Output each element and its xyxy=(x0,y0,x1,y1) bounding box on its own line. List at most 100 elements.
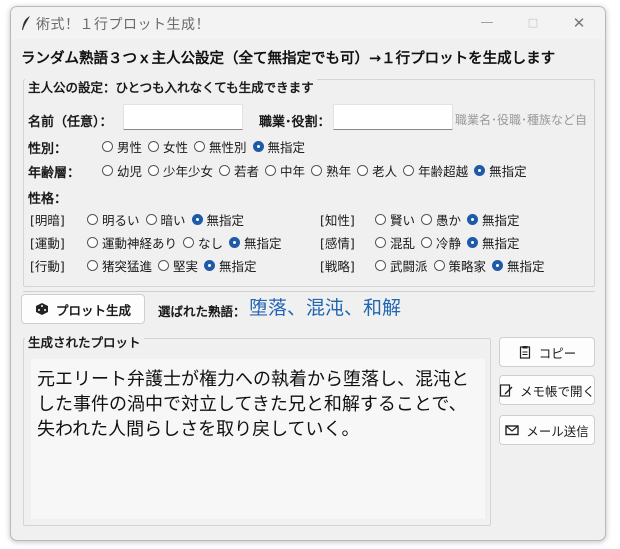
trait-3-option-3[interactable]: 無指定 xyxy=(467,210,520,229)
trait-0-option-3[interactable]: 無指定 xyxy=(191,210,244,229)
trait-4-option-2[interactable]: 冷静 xyxy=(421,233,461,252)
trait-1-option-3[interactable]: 無指定 xyxy=(229,233,282,252)
trait-radio-group-strategy: 武闘派 策略家 無指定 xyxy=(375,256,551,275)
clipboard-icon xyxy=(519,346,530,359)
radio-option-label: 無指定 xyxy=(219,259,257,274)
trait-5-option-3[interactable]: 無指定 xyxy=(492,256,545,275)
radio-button-icon[interactable] xyxy=(229,237,241,248)
trait-0-option-1[interactable]: 明るい xyxy=(87,210,140,229)
gender-option-1[interactable]: 男性 xyxy=(102,137,142,156)
radio-button-icon[interactable] xyxy=(467,214,479,225)
output-frame-label: 生成されたプロット xyxy=(25,332,144,351)
plot-output-text[interactable]: 元エリート弁護士が権力への執着から堕落し、混沌とした事件の渦中で対立してきた兄と… xyxy=(31,359,485,519)
job-input[interactable] xyxy=(333,104,453,130)
trait-4-option-3[interactable]: 無指定 xyxy=(467,233,520,252)
job-label: 職業･役割： xyxy=(259,115,331,130)
radio-button-icon[interactable] xyxy=(102,141,113,152)
radio-option-label: 女性 xyxy=(163,140,189,155)
close-button[interactable]: ✕ xyxy=(557,11,601,35)
radio-option-label: 幼児 xyxy=(117,164,143,179)
trait-category-emotion: [感情] xyxy=(320,236,355,251)
name-input[interactable] xyxy=(123,104,243,130)
app-window: 術式！１行プロット生成！ — □ ✕ ランダム熟語３つｘ主人公設定（全て無指定で… xyxy=(10,6,606,541)
radio-button-icon[interactable] xyxy=(421,237,433,248)
radio-button-icon[interactable] xyxy=(87,260,98,271)
radio-button-icon[interactable] xyxy=(204,260,216,271)
open-in-notepad-button[interactable]: メモ帳で開く xyxy=(499,375,595,405)
generate-plot-button[interactable]: プロット生成 xyxy=(21,294,145,324)
trait-3-option-1[interactable]: 賢い xyxy=(375,210,415,229)
trait-5-option-1[interactable]: 武闘派 xyxy=(375,256,428,275)
trait-3-option-2[interactable]: 愚か xyxy=(421,210,461,229)
gender-radio-group: 男性 女性 無性別 無指定 xyxy=(102,137,311,156)
page-headline: ランダム熟語３つｘ主人公設定（全て無指定でも可）→１行プロットを生成します xyxy=(21,51,556,67)
radio-button-icon[interactable] xyxy=(183,237,195,248)
age-option-2[interactable]: 少年少女 xyxy=(148,161,213,180)
radio-button-icon[interactable] xyxy=(102,165,113,176)
gender-option-3[interactable]: 無性別 xyxy=(194,137,247,156)
gender-option-4[interactable]: 無指定 xyxy=(252,137,306,156)
open-in-notepad-label: メモ帳で開く xyxy=(520,383,596,399)
trait-radio-group-athletic: 運動神経あり なし 無指定 xyxy=(87,233,288,252)
radio-button-icon[interactable] xyxy=(403,165,415,176)
gender-option-2[interactable]: 女性 xyxy=(148,137,188,156)
trait-2-option-1[interactable]: 猪突猛進 xyxy=(87,256,152,275)
radio-button-icon[interactable] xyxy=(87,214,98,225)
radio-option-label: 無指定 xyxy=(482,213,520,228)
radio-button-icon[interactable] xyxy=(219,165,231,176)
trait-4-option-1[interactable]: 混乱 xyxy=(375,233,415,252)
radio-button-icon[interactable] xyxy=(148,165,160,176)
gender-label: 性別： xyxy=(28,142,68,157)
trait-1-option-1[interactable]: 運動神経あり xyxy=(87,233,177,252)
age-option-5[interactable]: 熟年 xyxy=(311,161,351,180)
age-radio-group: 幼児 少年少女 若者 中年 熟年 老人 年齢超越 無指定 xyxy=(102,161,533,180)
chosen-words-value: 堕落、混沌、和解 xyxy=(249,297,402,319)
radio-button-icon[interactable] xyxy=(265,165,277,176)
minimize-button[interactable]: — xyxy=(465,11,509,35)
radio-button-icon[interactable] xyxy=(194,141,206,152)
radio-button-icon[interactable] xyxy=(357,165,369,176)
radio-button-icon[interactable] xyxy=(148,141,160,152)
age-option-7[interactable]: 年齢超越 xyxy=(403,161,468,180)
trait-radio-group-intellect: 賢い 愚か 無指定 xyxy=(375,210,526,229)
radio-button-icon[interactable] xyxy=(433,260,445,271)
radio-option-label: 無指定 xyxy=(267,140,306,155)
maximize-button[interactable]: □ xyxy=(511,11,555,35)
radio-option-label: 無性別 xyxy=(209,140,247,155)
dice-icon xyxy=(35,303,48,315)
radio-option-label: 老人 xyxy=(372,164,398,179)
radio-button-icon[interactable] xyxy=(191,214,203,225)
trait-2-option-2[interactable]: 堅実 xyxy=(158,256,198,275)
window-title: 術式！１行プロット生成！ xyxy=(36,17,210,33)
title-bar[interactable]: 術式！１行プロット生成！ — □ ✕ xyxy=(11,7,605,39)
trait-2-option-3[interactable]: 無指定 xyxy=(204,256,257,275)
radio-button-icon[interactable] xyxy=(158,260,170,271)
radio-option-label: 無指定 xyxy=(489,164,527,179)
age-option-4[interactable]: 中年 xyxy=(265,161,305,180)
radio-button-icon[interactable] xyxy=(375,237,386,248)
radio-button-icon[interactable] xyxy=(145,214,157,225)
radio-button-icon[interactable] xyxy=(311,165,323,176)
radio-button-icon[interactable] xyxy=(252,141,264,152)
radio-button-icon[interactable] xyxy=(467,237,479,248)
trait-1-option-2[interactable]: なし xyxy=(183,233,223,252)
radio-option-label: 若者 xyxy=(234,164,260,179)
trait-0-option-2[interactable]: 暗い xyxy=(145,210,186,229)
send-mail-button[interactable]: メール送信 xyxy=(499,415,595,445)
radio-button-icon[interactable] xyxy=(421,214,433,225)
radio-button-icon[interactable] xyxy=(492,260,504,271)
radio-button-icon[interactable] xyxy=(474,165,486,176)
radio-option-label: 年齢超越 xyxy=(418,164,469,179)
send-mail-label: メール送信 xyxy=(526,423,589,439)
trait-category-strategy: [戦略] xyxy=(320,259,355,274)
radio-button-icon[interactable] xyxy=(375,260,386,271)
age-option-6[interactable]: 老人 xyxy=(357,161,397,180)
copy-button[interactable]: コピー xyxy=(499,337,595,367)
radio-button-icon[interactable] xyxy=(375,214,386,225)
age-option-8[interactable]: 無指定 xyxy=(474,161,527,180)
age-option-3[interactable]: 若者 xyxy=(219,161,259,180)
age-option-1[interactable]: 幼児 xyxy=(102,161,142,180)
trait-5-option-2[interactable]: 策略家 xyxy=(433,256,486,275)
radio-button-icon[interactable] xyxy=(87,237,98,248)
radio-option-label: 少年少女 xyxy=(163,164,214,179)
